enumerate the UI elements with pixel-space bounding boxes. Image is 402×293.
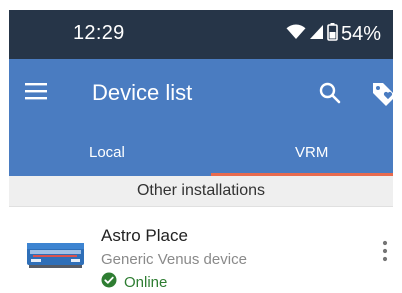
device-type: Generic Venus device xyxy=(101,251,247,268)
section-header: Other installations xyxy=(9,176,393,207)
tab-vrm-label: VRM xyxy=(295,144,329,161)
battery-percent: 54% xyxy=(340,22,381,45)
menu-icon[interactable] xyxy=(25,81,47,101)
app-bar: Device list xyxy=(9,59,396,129)
tab-vrm[interactable]: VRM xyxy=(211,129,393,176)
status-time: 12:29 xyxy=(73,22,125,44)
device-thumbnail xyxy=(27,236,84,272)
tab-local-label: Local xyxy=(89,144,125,161)
tab-local[interactable]: Local xyxy=(17,129,201,176)
more-vertical-icon[interactable] xyxy=(377,239,393,263)
check-circle-icon xyxy=(101,272,117,293)
page-title: Device list xyxy=(92,80,193,105)
wifi-icon xyxy=(286,23,306,45)
battery-icon xyxy=(327,22,338,46)
cell-signal-icon xyxy=(309,24,324,45)
tab-bar: Local VRM xyxy=(9,129,393,176)
search-icon[interactable] xyxy=(318,81,342,105)
installation-list-item[interactable]: Astro Place Generic Venus device Online xyxy=(9,207,393,291)
section-header-label: Other installations xyxy=(136,182,266,199)
status-icons: 54% xyxy=(286,22,381,46)
tag-icon[interactable] xyxy=(370,79,398,107)
status-bar: 12:29 54% xyxy=(9,10,393,59)
installation-name: Astro Place xyxy=(101,226,188,245)
status-row: Online xyxy=(101,272,167,292)
